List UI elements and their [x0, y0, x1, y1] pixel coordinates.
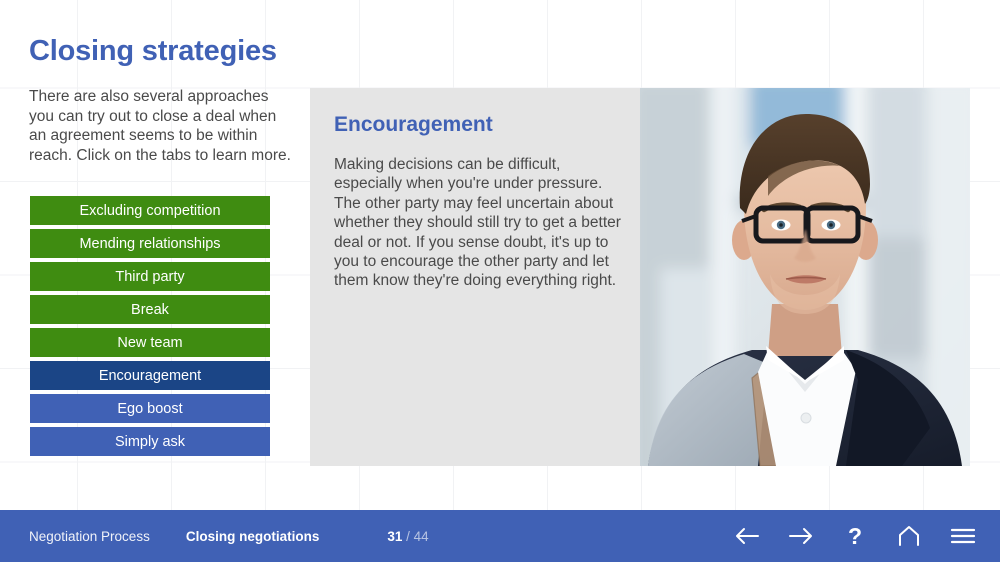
forward-arrow-icon: [789, 528, 812, 544]
home-button[interactable]: [894, 521, 924, 551]
tab-label: Ego boost: [117, 400, 183, 417]
hamburger-menu-icon: [950, 528, 976, 544]
page-total: 44: [413, 528, 429, 544]
intro-paragraph: There are also several approaches you ca…: [29, 88, 291, 164]
question-mark-icon: ?: [847, 522, 863, 549]
page-separator: /: [406, 528, 410, 544]
breadcrumb-section[interactable]: Closing negotiations: [186, 529, 320, 544]
page-indicator: 31 / 44: [387, 529, 428, 544]
page-title: Closing strategies: [29, 35, 277, 67]
nav-icon-group: ?: [732, 521, 978, 551]
panel-text-block: Encouragement Making decisions can be di…: [334, 113, 624, 291]
back-button[interactable]: [732, 521, 762, 551]
tab-third-party[interactable]: Third party: [30, 262, 270, 291]
tab-break[interactable]: Break: [30, 295, 270, 324]
back-arrow-icon: [736, 528, 759, 544]
page-current: 31: [387, 528, 403, 544]
panel-body-text: Making decisions can be difficult, espec…: [334, 156, 621, 290]
tab-label: Third party: [115, 268, 185, 285]
tab-label: Encouragement: [98, 367, 202, 384]
tab-label: Mending relationships: [79, 235, 221, 252]
tab-encouragement[interactable]: Encouragement: [30, 361, 270, 390]
tab-label: Excluding competition: [79, 202, 221, 219]
menu-button[interactable]: [948, 521, 978, 551]
tab-excluding-competition[interactable]: Excluding competition: [30, 196, 270, 225]
portrait-photo: [640, 88, 970, 466]
content-panel: Encouragement Making decisions can be di…: [310, 88, 970, 466]
slide-root: Closing strategies There are also severa…: [0, 0, 1000, 562]
tab-label: Simply ask: [114, 433, 186, 450]
breadcrumb-course[interactable]: Negotiation Process: [29, 529, 150, 544]
footer-bar: Negotiation Process Closing negotiations…: [0, 510, 1000, 562]
tab-label: Break: [131, 301, 169, 318]
tab-list: Excluding competition Mending relationsh…: [30, 196, 270, 460]
tab-simply-ask[interactable]: Simply ask: [30, 427, 270, 456]
tab-new-team[interactable]: New team: [30, 328, 270, 357]
help-button[interactable]: ?: [840, 521, 870, 551]
tab-ego-boost[interactable]: Ego boost: [30, 394, 270, 423]
tab-label: New team: [117, 334, 183, 351]
panel-heading: Encouragement: [334, 113, 493, 136]
tab-mending-relationships[interactable]: Mending relationships: [30, 229, 270, 258]
forward-button[interactable]: [786, 521, 816, 551]
home-icon: [899, 526, 919, 546]
